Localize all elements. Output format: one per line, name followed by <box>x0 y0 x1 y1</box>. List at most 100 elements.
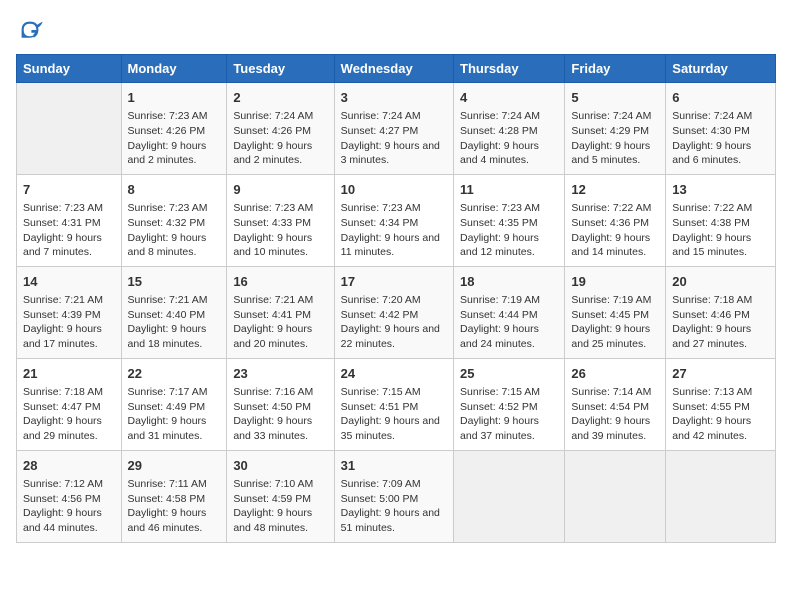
day-info: Sunrise: 7:20 AMSunset: 4:42 PMDaylight:… <box>341 293 447 352</box>
day-info: Sunrise: 7:23 AMSunset: 4:33 PMDaylight:… <box>233 201 327 260</box>
calendar-cell: 22 Sunrise: 7:17 AMSunset: 4:49 PMDayligh… <box>121 358 227 450</box>
calendar-cell: 16 Sunrise: 7:21 AMSunset: 4:41 PMDayligh… <box>227 266 334 358</box>
calendar-cell: 30Sunrise: 7:10 AMSunset: 4:59 PMDayligh… <box>227 450 334 542</box>
calendar-cell: 18 Sunrise: 7:19 AMSunset: 4:44 PMDayligh… <box>454 266 565 358</box>
day-number: 24 <box>341 365 447 383</box>
day-info: Sunrise: 7:13 AMSunset: 4:55 PMDaylight:… <box>672 385 769 444</box>
calendar-cell: 7Sunrise: 7:23 AMSunset: 4:31 PMDaylight… <box>17 174 122 266</box>
week-row-2: 7Sunrise: 7:23 AMSunset: 4:31 PMDaylight… <box>17 174 776 266</box>
day-number: 6 <box>672 89 769 107</box>
header-saturday: Saturday <box>666 55 776 83</box>
day-info: Sunrise: 7:21 AMSunset: 4:41 PMDaylight:… <box>233 293 327 352</box>
day-info: Sunrise: 7:10 AMSunset: 4:59 PMDaylight:… <box>233 477 327 536</box>
header-friday: Friday <box>565 55 666 83</box>
day-info: Sunrise: 7:24 AMSunset: 4:26 PMDaylight:… <box>233 109 327 168</box>
header-tuesday: Tuesday <box>227 55 334 83</box>
calendar-cell: 17Sunrise: 7:20 AMSunset: 4:42 PMDayligh… <box>334 266 453 358</box>
logo <box>16 16 48 44</box>
day-number: 21 <box>23 365 115 383</box>
day-number: 22 <box>128 365 221 383</box>
calendar-cell: 31Sunrise: 7:09 AMSunset: 5:00 PMDayligh… <box>334 450 453 542</box>
day-number: 29 <box>128 457 221 475</box>
day-info: Sunrise: 7:11 AMSunset: 4:58 PMDaylight:… <box>128 477 221 536</box>
day-info: Sunrise: 7:16 AMSunset: 4:50 PMDaylight:… <box>233 385 327 444</box>
week-row-4: 21 Sunrise: 7:18 AMSunset: 4:47 PMDayligh… <box>17 358 776 450</box>
day-number: 11 <box>460 181 558 199</box>
calendar-cell: 9 Sunrise: 7:23 AMSunset: 4:33 PMDaylight… <box>227 174 334 266</box>
header-monday: Monday <box>121 55 227 83</box>
day-info: Sunrise: 7:19 AMSunset: 4:45 PMDaylight:… <box>571 293 659 352</box>
calendar-cell: 1Sunrise: 7:23 AMSunset: 4:26 PMDaylight… <box>121 83 227 175</box>
calendar-cell: 5 Sunrise: 7:24 AMSunset: 4:29 PMDaylight… <box>565 83 666 175</box>
calendar-cell: 12 Sunrise: 7:22 AMSunset: 4:36 PMDayligh… <box>565 174 666 266</box>
day-info: Sunrise: 7:22 AMSunset: 4:36 PMDaylight:… <box>571 201 659 260</box>
calendar-cell <box>454 450 565 542</box>
calendar-cell: 11 Sunrise: 7:23 AMSunset: 4:35 PMDayligh… <box>454 174 565 266</box>
header-sunday: Sunday <box>17 55 122 83</box>
calendar-cell: 3Sunrise: 7:24 AMSunset: 4:27 PMDaylight… <box>334 83 453 175</box>
day-info: Sunrise: 7:21 AMSunset: 4:40 PMDaylight:… <box>128 293 221 352</box>
calendar-cell: 6Sunrise: 7:24 AMSunset: 4:30 PMDaylight… <box>666 83 776 175</box>
calendar-cell: 25 Sunrise: 7:15 AMSunset: 4:52 PMDayligh… <box>454 358 565 450</box>
day-number: 18 <box>460 273 558 291</box>
day-info: Sunrise: 7:21 AMSunset: 4:39 PMDaylight:… <box>23 293 115 352</box>
header-row: SundayMondayTuesdayWednesdayThursdayFrid… <box>17 55 776 83</box>
header-thursday: Thursday <box>454 55 565 83</box>
day-info: Sunrise: 7:15 AMSunset: 4:51 PMDaylight:… <box>341 385 447 444</box>
day-number: 13 <box>672 181 769 199</box>
day-info: Sunrise: 7:14 AMSunset: 4:54 PMDaylight:… <box>571 385 659 444</box>
day-number: 19 <box>571 273 659 291</box>
calendar-cell: 13 Sunrise: 7:22 AMSunset: 4:38 PMDayligh… <box>666 174 776 266</box>
day-number: 14 <box>23 273 115 291</box>
day-info: Sunrise: 7:17 AMSunset: 4:49 PMDaylight:… <box>128 385 221 444</box>
logo-icon <box>16 16 44 44</box>
calendar-cell: 2Sunrise: 7:24 AMSunset: 4:26 PMDaylight… <box>227 83 334 175</box>
day-info: Sunrise: 7:23 AMSunset: 4:35 PMDaylight:… <box>460 201 558 260</box>
day-number: 26 <box>571 365 659 383</box>
day-number: 12 <box>571 181 659 199</box>
day-number: 8 <box>128 181 221 199</box>
day-number: 20 <box>672 273 769 291</box>
header <box>16 16 776 44</box>
day-number: 9 <box>233 181 327 199</box>
day-info: Sunrise: 7:23 AMSunset: 4:34 PMDaylight:… <box>341 201 447 260</box>
calendar-cell: 29 Sunrise: 7:11 AMSunset: 4:58 PMDayligh… <box>121 450 227 542</box>
day-info: Sunrise: 7:15 AMSunset: 4:52 PMDaylight:… <box>460 385 558 444</box>
day-number: 7 <box>23 181 115 199</box>
calendar-cell: 20 Sunrise: 7:18 AMSunset: 4:46 PMDayligh… <box>666 266 776 358</box>
day-info: Sunrise: 7:18 AMSunset: 4:46 PMDaylight:… <box>672 293 769 352</box>
header-wednesday: Wednesday <box>334 55 453 83</box>
day-info: Sunrise: 7:23 AMSunset: 4:26 PMDaylight:… <box>128 109 221 168</box>
calendar-cell <box>17 83 122 175</box>
calendar-cell <box>666 450 776 542</box>
day-info: Sunrise: 7:22 AMSunset: 4:38 PMDaylight:… <box>672 201 769 260</box>
calendar-cell: 14 Sunrise: 7:21 AMSunset: 4:39 PMDayligh… <box>17 266 122 358</box>
day-number: 25 <box>460 365 558 383</box>
calendar-cell: 28 Sunrise: 7:12 AMSunset: 4:56 PMDayligh… <box>17 450 122 542</box>
day-number: 28 <box>23 457 115 475</box>
day-number: 15 <box>128 273 221 291</box>
calendar-cell: 26 Sunrise: 7:14 AMSunset: 4:54 PMDayligh… <box>565 358 666 450</box>
day-number: 23 <box>233 365 327 383</box>
week-row-1: 1Sunrise: 7:23 AMSunset: 4:26 PMDaylight… <box>17 83 776 175</box>
day-number: 31 <box>341 457 447 475</box>
calendar-table: SundayMondayTuesdayWednesdayThursdayFrid… <box>16 54 776 543</box>
calendar-cell: 4Sunrise: 7:24 AMSunset: 4:28 PMDaylight… <box>454 83 565 175</box>
day-info: Sunrise: 7:24 AMSunset: 4:27 PMDaylight:… <box>341 109 447 168</box>
week-row-5: 28 Sunrise: 7:12 AMSunset: 4:56 PMDayligh… <box>17 450 776 542</box>
day-number: 4 <box>460 89 558 107</box>
day-number: 16 <box>233 273 327 291</box>
day-info: Sunrise: 7:18 AMSunset: 4:47 PMDaylight:… <box>23 385 115 444</box>
calendar-cell: 27 Sunrise: 7:13 AMSunset: 4:55 PMDayligh… <box>666 358 776 450</box>
day-number: 27 <box>672 365 769 383</box>
calendar-cell: 8Sunrise: 7:23 AMSunset: 4:32 PMDaylight… <box>121 174 227 266</box>
calendar-cell: 19 Sunrise: 7:19 AMSunset: 4:45 PMDayligh… <box>565 266 666 358</box>
day-number: 5 <box>571 89 659 107</box>
day-info: Sunrise: 7:24 AMSunset: 4:29 PMDaylight:… <box>571 109 659 168</box>
day-number: 10 <box>341 181 447 199</box>
week-row-3: 14 Sunrise: 7:21 AMSunset: 4:39 PMDayligh… <box>17 266 776 358</box>
day-info: Sunrise: 7:12 AMSunset: 4:56 PMDaylight:… <box>23 477 115 536</box>
day-info: Sunrise: 7:19 AMSunset: 4:44 PMDaylight:… <box>460 293 558 352</box>
calendar-cell <box>565 450 666 542</box>
calendar-cell: 10 Sunrise: 7:23 AMSunset: 4:34 PMDayligh… <box>334 174 453 266</box>
